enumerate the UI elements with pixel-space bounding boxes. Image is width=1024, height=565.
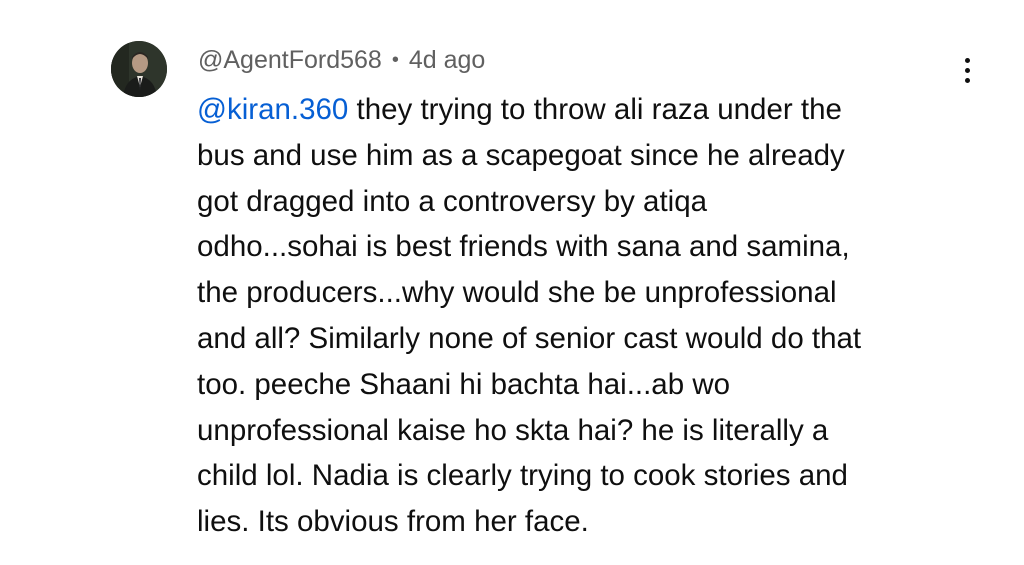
comment-line: got dragged into a controversy by atiqa [197, 184, 708, 218]
comment-line: unprofessional kaise ho skta hai? he is … [197, 413, 829, 447]
comment-line: and all? Similarly none of senior cast w… [197, 321, 862, 355]
menu-dot [964, 67, 970, 73]
avatar[interactable] [111, 41, 167, 97]
menu-dot [964, 77, 970, 83]
menu-dot [964, 57, 970, 63]
more-vertical-icon[interactable] [950, 50, 984, 90]
comment-line: @kiran.360 they trying to throw ali raza… [197, 87, 987, 133]
mention-link[interactable]: @kiran.360 [197, 93, 348, 126]
comment-line: odho...sohai is best friends with sana a… [197, 230, 850, 264]
comment-text: @kiran.360 they trying to throw ali raza… [197, 87, 987, 545]
comment-line: bus and use him as a scapegoat since he … [197, 138, 845, 172]
author-name[interactable]: @AgentFord568 [198, 46, 382, 75]
comment-line-text: they trying to throw ali raza under the [348, 93, 842, 126]
comment-item: @AgentFord568 • 4d ago @kiran.360 they t… [0, 0, 1024, 565]
comment-line: too. peeche Shaani hi bachta hai...ab wo [197, 367, 731, 401]
comment-line: the producers...why would she be unprofe… [197, 276, 837, 310]
separator-dot: • [391, 48, 399, 71]
comment-timestamp[interactable]: 4d ago [409, 46, 485, 75]
comment-line: lies. Its obvious from her face. [197, 505, 589, 539]
comment-line: child lol. Nadia is clearly trying to co… [197, 459, 848, 493]
comment-header: @AgentFord568 • 4d ago [198, 44, 485, 76]
